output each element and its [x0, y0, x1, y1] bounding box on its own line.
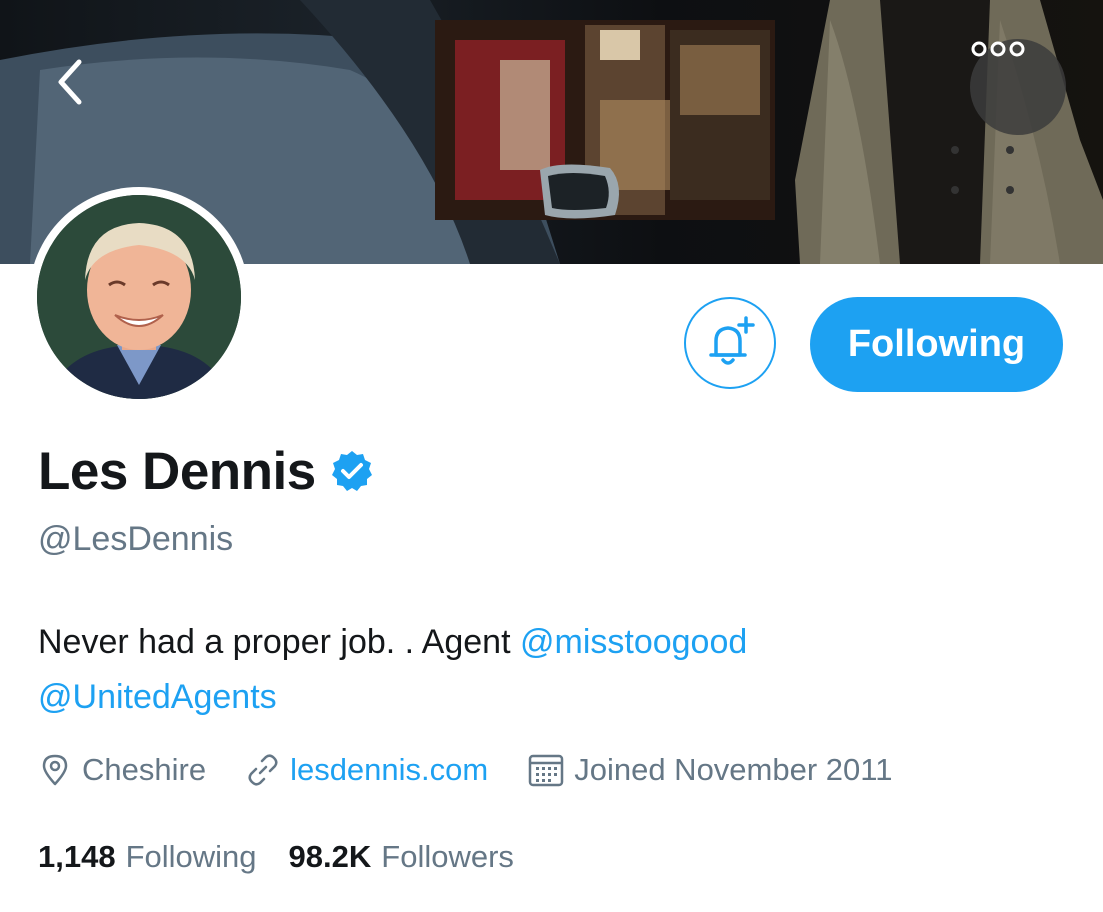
- mention-link-unitedagents[interactable]: @UnitedAgents: [38, 678, 277, 716]
- calendar-icon: [528, 754, 564, 787]
- profile-name-row: Les Dennis: [38, 436, 374, 506]
- website-item: lesdennis.com: [246, 752, 488, 788]
- following-count: 1,148: [38, 839, 116, 874]
- more-horizontal-icon: [971, 41, 1025, 57]
- more-options-button[interactable]: [970, 39, 1066, 135]
- followers-stat[interactable]: 98.2K Followers: [289, 839, 514, 875]
- display-name: Les Dennis: [38, 441, 316, 501]
- notifications-button[interactable]: [684, 297, 776, 389]
- verified-badge-icon: [330, 449, 374, 493]
- location-text: Cheshire: [82, 752, 207, 787]
- mention-link-misstoogood[interactable]: @misstoogood: [520, 623, 747, 661]
- avatar-frame: [29, 187, 249, 407]
- bell-plus-icon: [709, 316, 755, 365]
- followers-count: 98.2K: [288, 839, 372, 874]
- back-button[interactable]: [55, 58, 115, 118]
- avatar-photo: [37, 195, 241, 399]
- following-stat[interactable]: 1,148 Following: [38, 839, 257, 875]
- joined-item: Joined November 2011: [528, 752, 892, 788]
- joined-text: Joined November 2011: [574, 752, 893, 787]
- bio: Never had a proper job. . Agent @misstoo…: [38, 615, 1058, 725]
- following-button[interactable]: Following: [810, 297, 1063, 392]
- chevron-left-icon: [58, 59, 82, 105]
- following-label: Following: [125, 839, 257, 874]
- website-link[interactable]: lesdennis.com: [290, 752, 488, 788]
- handle: @LesDennis: [38, 520, 234, 558]
- profile-stats: 1,148 Following 98.2K Followers: [38, 835, 546, 879]
- avatar[interactable]: [37, 195, 241, 399]
- followers-label: Followers: [381, 839, 514, 874]
- location-pin-icon: [42, 754, 68, 786]
- profile-meta: Cheshire lesdennis.com Joined November 2…: [38, 748, 932, 792]
- link-icon: [248, 754, 278, 786]
- location-item: Cheshire: [38, 752, 206, 788]
- bio-text: Never had a proper job. . Agent: [38, 623, 520, 661]
